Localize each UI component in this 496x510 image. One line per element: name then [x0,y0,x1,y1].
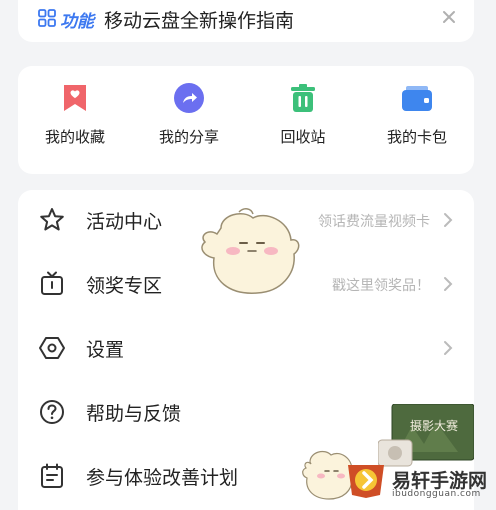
share-icon [174,83,204,113]
menu-item-hint: 领话费流量视频卡 [318,214,430,230]
quick-action-label: 回收站 [280,128,326,146]
settings-hexagon-icon [39,337,65,359]
mascot-sticker [201,208,300,294]
menu-item-hint: 戳这里领奖品！ [332,278,430,294]
quick-action-label: 我的卡包 [386,128,447,146]
chevron-right-icon [444,213,453,227]
wallet-icon [402,86,432,111]
quick-action-label: 我的收藏 [44,128,105,146]
help-icon [40,400,64,424]
quick-action-share[interactable]: 我的分享 [132,82,246,147]
menu-item-label: 设置 [86,339,125,361]
quick-action-label: 我的分享 [158,128,219,146]
chevron-right-icon [444,277,453,291]
grid-icon [38,9,56,27]
banner-title: 移动云盘全新操作指南 [104,10,295,32]
quick-action-recycle-bin[interactable]: 回收站 [246,82,360,147]
menu-item-label: 帮助与反馈 [86,403,182,425]
svg-text:摄影大赛: 摄影大赛 [410,418,458,433]
menu-item-label: 参与体验改善计划 [86,467,239,489]
menu-item-label: 领奖专区 [86,275,163,297]
close-icon[interactable] [436,4,462,30]
quick-actions: 我的收藏 我的分享 回收站 我的卡包 [18,66,474,174]
banner-tag: 功能 [60,12,94,32]
chevron-right-icon [444,341,453,355]
feature-banner[interactable]: 功能 移动云盘全新操作指南 [18,0,474,42]
menu-item-label: 活动中心 [86,211,163,233]
quick-action-favorites[interactable]: 我的收藏 [18,82,132,147]
watermark-logo-icon [348,465,384,498]
plan-icon [41,463,63,488]
gift-box-icon [41,271,63,295]
star-icon [40,208,64,231]
photo-contest-card: 摄影大赛 [378,404,474,467]
menu-item-settings[interactable]: 设置 [18,318,474,378]
trash-icon [291,84,315,112]
quick-action-card-wallet[interactable]: 我的卡包 [360,82,474,147]
bookmark-icon [64,85,86,111]
watermark-url: ibudongguan.com [392,489,481,499]
